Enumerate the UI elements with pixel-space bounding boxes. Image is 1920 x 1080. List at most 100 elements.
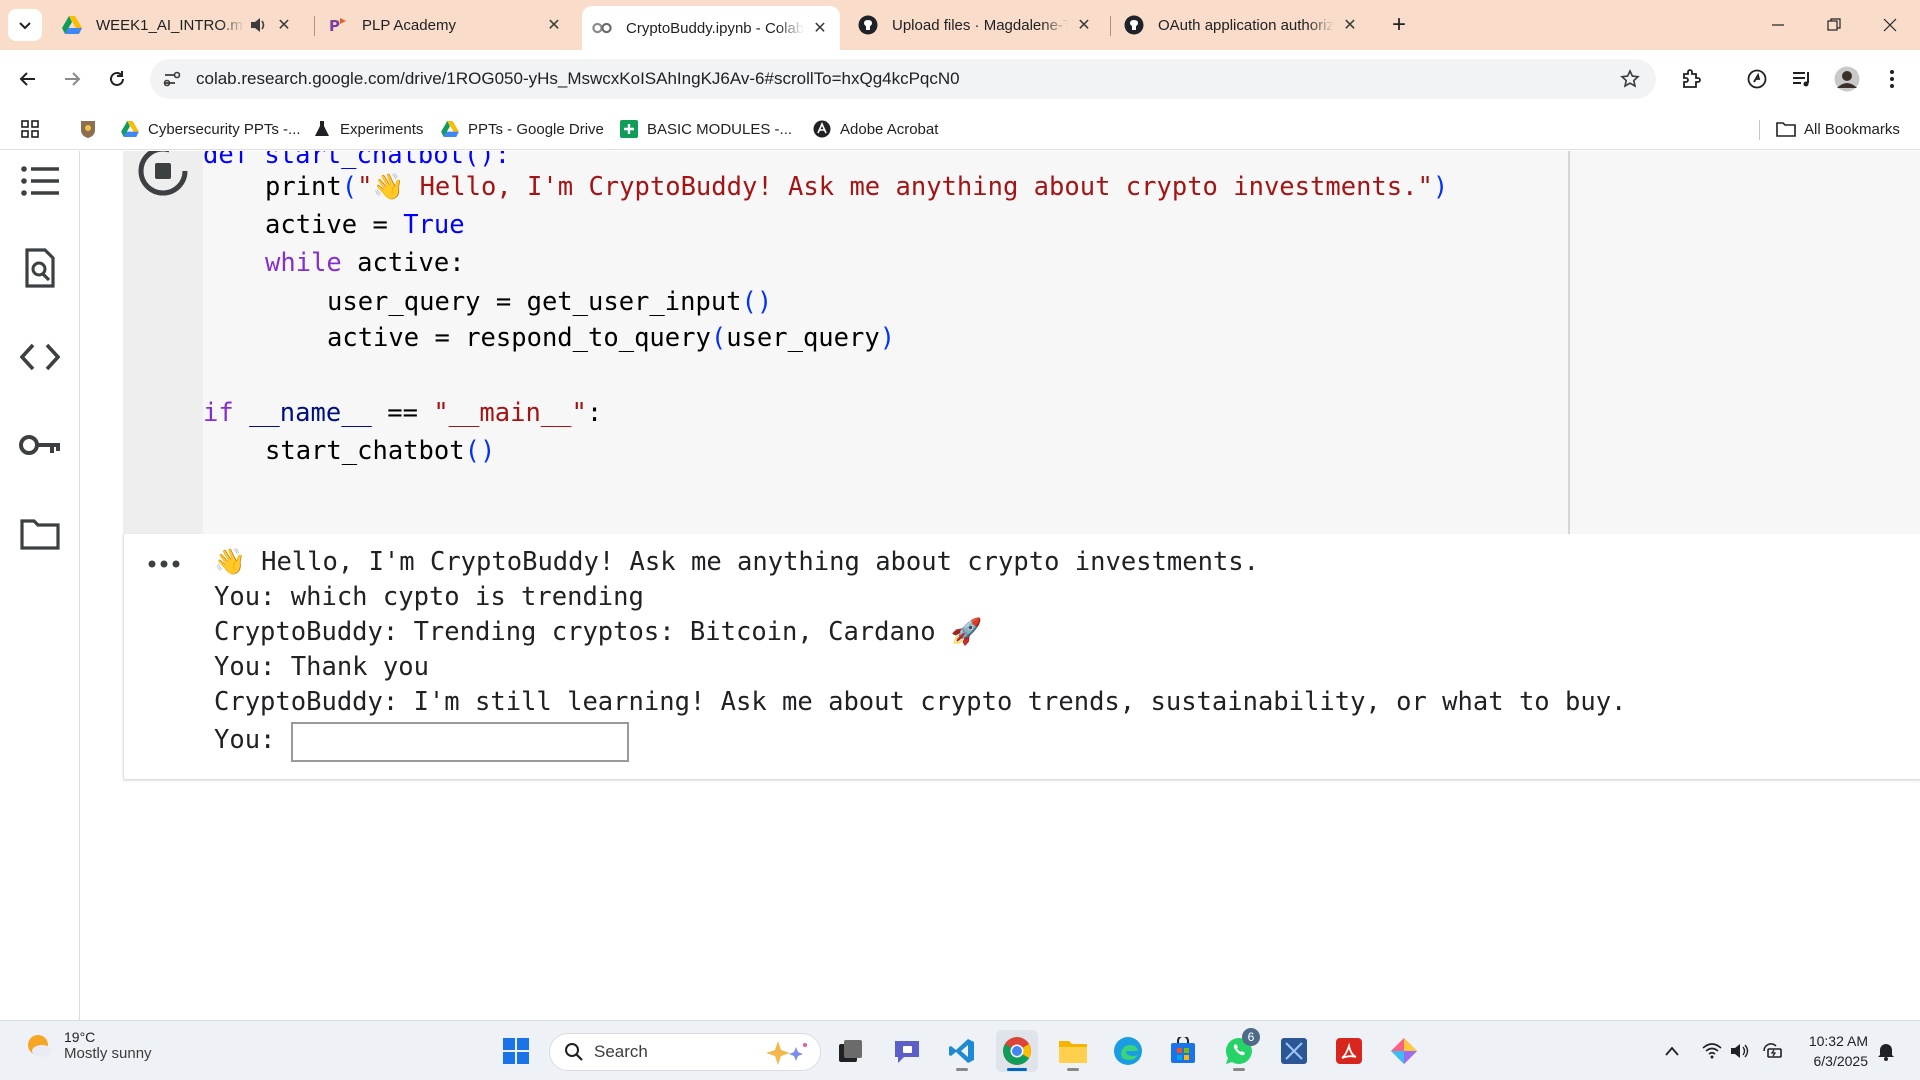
tab-title: CryptoBuddy.ipynb - Colab <box>626 19 804 37</box>
code-token: = <box>357 210 404 240</box>
battery-status[interactable] <box>1760 1039 1784 1063</box>
secrets-button[interactable] <box>16 421 64 469</box>
extensions-button[interactable] <box>1675 63 1707 95</box>
new-tab-button[interactable]: + <box>1384 10 1414 40</box>
code-token: __name__ <box>249 398 372 428</box>
bookmark-label: Cybersecurity PPTs -... <box>148 120 301 138</box>
chrome-app[interactable] <box>996 1030 1038 1072</box>
vscode-app[interactable] <box>941 1030 983 1072</box>
reload-button[interactable] <box>101 63 133 95</box>
file-explorer-app[interactable] <box>1052 1030 1094 1072</box>
running-indicator <box>1067 1068 1079 1071</box>
google-drive-icon <box>120 119 140 139</box>
tab-oauth[interactable]: OAuth application authoriz ✕ <box>1114 8 1370 42</box>
notifications-button[interactable] <box>1874 1039 1898 1063</box>
profile-avatar[interactable] <box>1831 63 1863 95</box>
bookmark-cybersecurity[interactable]: Cybersecurity PPTs -... <box>120 118 301 140</box>
system-clock[interactable]: 10:32 AM 6/3/2025 <box>1790 1031 1868 1071</box>
bookmark-ppts-drive[interactable]: PPTs - Google Drive <box>440 118 604 140</box>
speaker-icon[interactable] <box>250 17 268 33</box>
find-replace-button[interactable] <box>16 244 64 292</box>
media-controls-button[interactable] <box>1786 63 1818 95</box>
code-token: True <box>403 210 465 240</box>
all-bookmarks-label: All Bookmarks <box>1804 120 1900 138</box>
search-icon <box>565 1043 583 1061</box>
code-token: get_user_input <box>526 287 742 317</box>
site-info-icon[interactable] <box>160 67 184 91</box>
bookmark-adobe-acrobat[interactable]: Adobe Acrobat <box>812 118 938 140</box>
performance-button[interactable] <box>1741 63 1773 95</box>
bookmark-star-icon[interactable] <box>1618 67 1642 91</box>
bookmarks-bar: Cybersecurity PPTs -... Experiments PPTs… <box>0 108 1920 150</box>
bookmark-label: Experiments <box>340 120 424 138</box>
edge-app[interactable] <box>1107 1030 1149 1072</box>
close-tab-icon[interactable]: ✕ <box>1340 15 1360 35</box>
colab-notebook: def start_chatbot(): print("👋 Hello, I'm… <box>0 151 1920 1020</box>
adobe-reader-app[interactable] <box>1328 1030 1370 1072</box>
close-tab-icon[interactable]: ✕ <box>274 15 294 35</box>
start-button[interactable] <box>495 1030 537 1072</box>
table-of-contents-button[interactable] <box>16 157 64 205</box>
code-token: user_query <box>726 323 880 353</box>
browser-tab-strip: WEEK1_AI_INTRO.mp4 ✕ P PLP Academy ✕ Cry… <box>0 0 1920 50</box>
code-brackets-icon <box>20 343 60 371</box>
reload-icon <box>110 71 124 86</box>
code-line-def: def start_chatbot(): <box>203 151 510 171</box>
code-text: def start_chatbot(): <box>203 151 511 170</box>
teams-chat-app[interactable] <box>886 1030 928 1072</box>
arrow-right-icon <box>65 72 81 86</box>
weather-temp: 19°C <box>64 1029 96 1045</box>
tab-search-button[interactable] <box>8 9 42 41</box>
bell-icon <box>1878 1044 1894 1061</box>
minimize-button[interactable] <box>1750 0 1806 50</box>
adobe-reader-icon <box>1336 1038 1362 1064</box>
svg-text:P: P <box>329 17 340 35</box>
browser-menu-button[interactable] <box>1876 63 1908 95</box>
volume-status[interactable] <box>1728 1039 1752 1063</box>
output-actions-button[interactable] <box>146 552 182 576</box>
address-bar[interactable]: colab.research.google.com/drive/1ROG050-… <box>150 59 1656 99</box>
bookmark-experiments[interactable]: Experiments <box>312 118 423 140</box>
whatsapp-app[interactable]: 6 <box>1218 1028 1260 1072</box>
task-view-button[interactable] <box>830 1030 872 1072</box>
more-horizontal-icon <box>148 560 180 568</box>
forward-button[interactable] <box>56 63 88 95</box>
tab-plp-academy[interactable]: P PLP Academy ✕ <box>318 8 574 42</box>
stop-execution-button[interactable] <box>135 151 191 199</box>
copilot-app[interactable] <box>1383 1030 1425 1072</box>
bookmarks-separator <box>1759 120 1760 140</box>
close-tab-icon[interactable]: ✕ <box>1074 15 1094 35</box>
close-icon <box>1883 18 1897 32</box>
code-string: "👋 Hello, I'm CryptoBuddy! Ask me anythi… <box>357 172 1433 202</box>
windows-logo-icon <box>503 1038 529 1064</box>
tab-upload-files[interactable]: Upload files · Magdalene-T ✕ <box>848 8 1104 42</box>
tray-overflow-button[interactable] <box>1660 1039 1684 1063</box>
code-cell[interactable]: def start_chatbot(): print("👋 Hello, I'm… <box>123 151 1920 534</box>
file-explorer-icon <box>1059 1041 1087 1063</box>
weather-widget[interactable]: 19°C Mostly sunny <box>24 1029 152 1062</box>
close-tab-icon[interactable]: ✕ <box>544 15 564 35</box>
snipping-tool-app[interactable] <box>1273 1030 1315 1072</box>
code-line-if-main: if __name__ == "__main__": <box>203 397 602 429</box>
back-button[interactable] <box>12 63 44 95</box>
code-token: ( <box>341 172 358 202</box>
bookmark-crest[interactable] <box>78 118 106 140</box>
code-line-get-input: user_query = get_user_input() <box>327 286 772 318</box>
speaker-icon <box>1731 1044 1749 1058</box>
taskbar-search[interactable]: Search <box>549 1033 821 1071</box>
tab-cryptobuddy-colab[interactable]: CryptoBuddy.ipynb - Colab ✕ <box>582 6 840 50</box>
tab-week1-video[interactable]: WEEK1_AI_INTRO.mp4 ✕ <box>52 8 304 42</box>
close-window-button[interactable] <box>1862 0 1918 50</box>
microsoft-store-app[interactable] <box>1162 1030 1204 1072</box>
close-tab-icon[interactable]: ✕ <box>810 18 830 38</box>
files-button[interactable] <box>16 510 64 558</box>
wifi-status[interactable] <box>1700 1039 1724 1063</box>
code-editor[interactable]: def start_chatbot(): print("👋 Hello, I'm… <box>203 151 1570 534</box>
code-snippets-button[interactable] <box>16 333 64 381</box>
code-token: user_query <box>327 287 481 317</box>
bookmark-basic-modules[interactable]: BASIC MODULES -... <box>619 118 792 140</box>
all-bookmarks-button[interactable]: All Bookmarks <box>1776 118 1900 140</box>
chat-input-field[interactable] <box>291 722 629 762</box>
restore-button[interactable] <box>1806 0 1862 50</box>
apps-button[interactable] <box>20 118 40 140</box>
